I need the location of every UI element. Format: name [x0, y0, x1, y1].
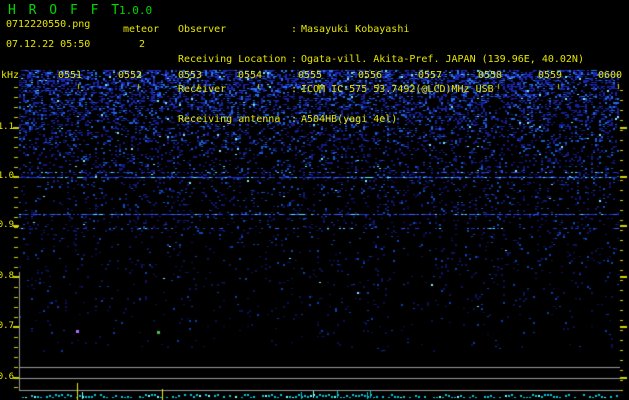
info-value: Masayuki Kobayashi [301, 24, 410, 35]
freq-tick-label: 0.8 [0, 271, 14, 281]
info-label: Receiving Location [178, 54, 287, 65]
hrofft-window: H R O F F T 1.0.0 0712220550.png meteor … [0, 0, 629, 400]
time-tick-label: 0554 [237, 70, 263, 81]
info-value: Ogata-vill. Akita-Pref. JAPAN (139.96E, … [301, 54, 584, 65]
info-label: Receiving antenna [178, 114, 281, 125]
freq-tick-label: 0.9 [0, 220, 14, 230]
info-value: ICOM IC-575 53.7492(@LCD)MHz USB [301, 84, 494, 95]
app-version: 1.0.0 [119, 4, 153, 17]
datetime-stamp: 07.12.22 05:50 [6, 39, 91, 50]
info-label: Observer [178, 24, 227, 35]
freq-tick-label: 1.0 [0, 171, 14, 181]
info-row-antenna: Receiving antenna: A504HB(yagi 4el) [178, 115, 584, 125]
info-colon: : [291, 24, 298, 35]
time-tick-label: 0551 [57, 70, 83, 81]
info-colon: : [291, 84, 298, 95]
time-tick-label: 0555 [297, 70, 323, 81]
info-colon: : [291, 54, 298, 65]
info-label: Receiver [178, 84, 227, 95]
info-value: A504HB(yagi 4el) [301, 114, 398, 125]
time-tick-label: 0559 [537, 70, 563, 81]
output-filename: 0712220550.png [6, 19, 91, 30]
mode-label: meteor [123, 24, 160, 35]
meteor-count: 2 [139, 39, 146, 50]
info-row-receiver: Receiver: ICOM IC-575 53.7492(@LCD)MHz US… [178, 85, 584, 95]
time-tick-label: 0557 [417, 70, 443, 81]
time-tick-label: 0600 [597, 70, 623, 81]
y-axis-unit-label: kHz [1, 70, 20, 81]
time-tick-label: 0552 [117, 70, 143, 81]
info-row-location: Receiving Location: Ogata-vill. Akita-Pre… [178, 55, 584, 65]
time-tick-label: 0556 [357, 70, 383, 81]
freq-tick-label: 0.6 [0, 372, 14, 382]
info-row-observer: Observer: Masayuki Kobayashi [178, 25, 584, 35]
info-colon: : [291, 114, 298, 125]
time-tick-label: 0553 [177, 70, 203, 81]
freq-tick-label: 0.7 [0, 321, 14, 331]
freq-tick-label: 1.1 [0, 122, 14, 132]
time-tick-label: 0558 [477, 70, 503, 81]
app-title: H R O F F T [8, 3, 122, 18]
